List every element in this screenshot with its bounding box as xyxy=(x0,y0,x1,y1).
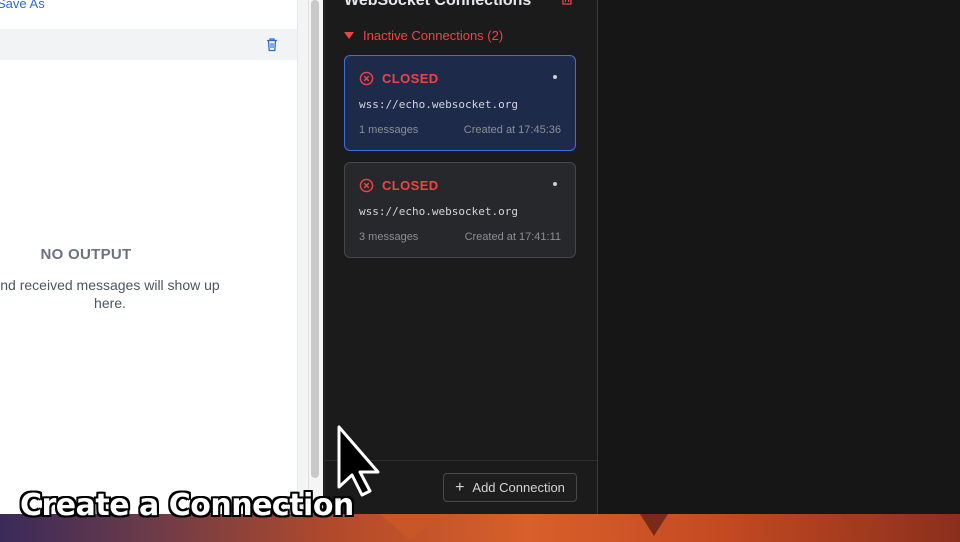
output-toolbar xyxy=(0,29,297,60)
add-connection-label: Add Connection xyxy=(472,480,565,495)
panel-title: WebSocket Connections xyxy=(344,0,532,9)
x-circle-icon xyxy=(359,71,374,86)
message-count: 3 messages xyxy=(359,231,419,243)
mouse-pointer-icon xyxy=(337,425,380,497)
x-circle-icon xyxy=(359,178,374,193)
trash-icon[interactable] xyxy=(561,0,573,6)
connection-card[interactable]: CLOSED wss://echo.websocket.org 3 messag… xyxy=(344,162,576,258)
message-count: 1 messages xyxy=(359,124,419,136)
plus-icon: + xyxy=(455,478,465,496)
wallpaper-shape xyxy=(380,514,440,540)
created-timestamp: Created at 17:45:36 xyxy=(463,124,561,136)
status-badge: CLOSED xyxy=(382,71,439,86)
connection-url: wss://echo.websocket.org xyxy=(359,98,518,111)
created-timestamp: Created at 17:41:11 xyxy=(464,231,561,243)
caret-down-icon xyxy=(344,32,354,39)
more-icon[interactable] xyxy=(553,182,557,186)
scrollbar-thumb[interactable] xyxy=(311,0,319,478)
output-pane: Save As NO OUTPUT nd received messages w… xyxy=(0,0,308,514)
video-caption: Create a Connection xyxy=(20,488,354,523)
status-row: CLOSED xyxy=(359,178,439,193)
save-as-link[interactable]: Save As xyxy=(0,0,45,11)
inactive-connections-toggle[interactable]: Inactive Connections (2) xyxy=(344,28,503,43)
wallpaper-shape xyxy=(640,514,668,536)
status-row: CLOSED xyxy=(359,71,439,86)
connection-url: wss://echo.websocket.org xyxy=(359,205,518,218)
add-connection-button[interactable]: + Add Connection xyxy=(443,473,577,502)
more-icon[interactable] xyxy=(553,75,557,79)
connection-card[interactable]: CLOSED wss://echo.websocket.org 1 messag… xyxy=(344,55,576,151)
status-badge: CLOSED xyxy=(382,178,439,193)
inactive-connections-label: Inactive Connections (2) xyxy=(363,28,504,43)
trash-icon[interactable] xyxy=(265,37,279,52)
inner-scrollbar[interactable] xyxy=(297,0,308,514)
no-output-title: NO OUTPUT xyxy=(40,246,132,263)
content-area xyxy=(597,0,960,514)
wallpaper-shape xyxy=(840,514,880,538)
no-output-description: nd received messages will show up here. xyxy=(0,277,220,311)
